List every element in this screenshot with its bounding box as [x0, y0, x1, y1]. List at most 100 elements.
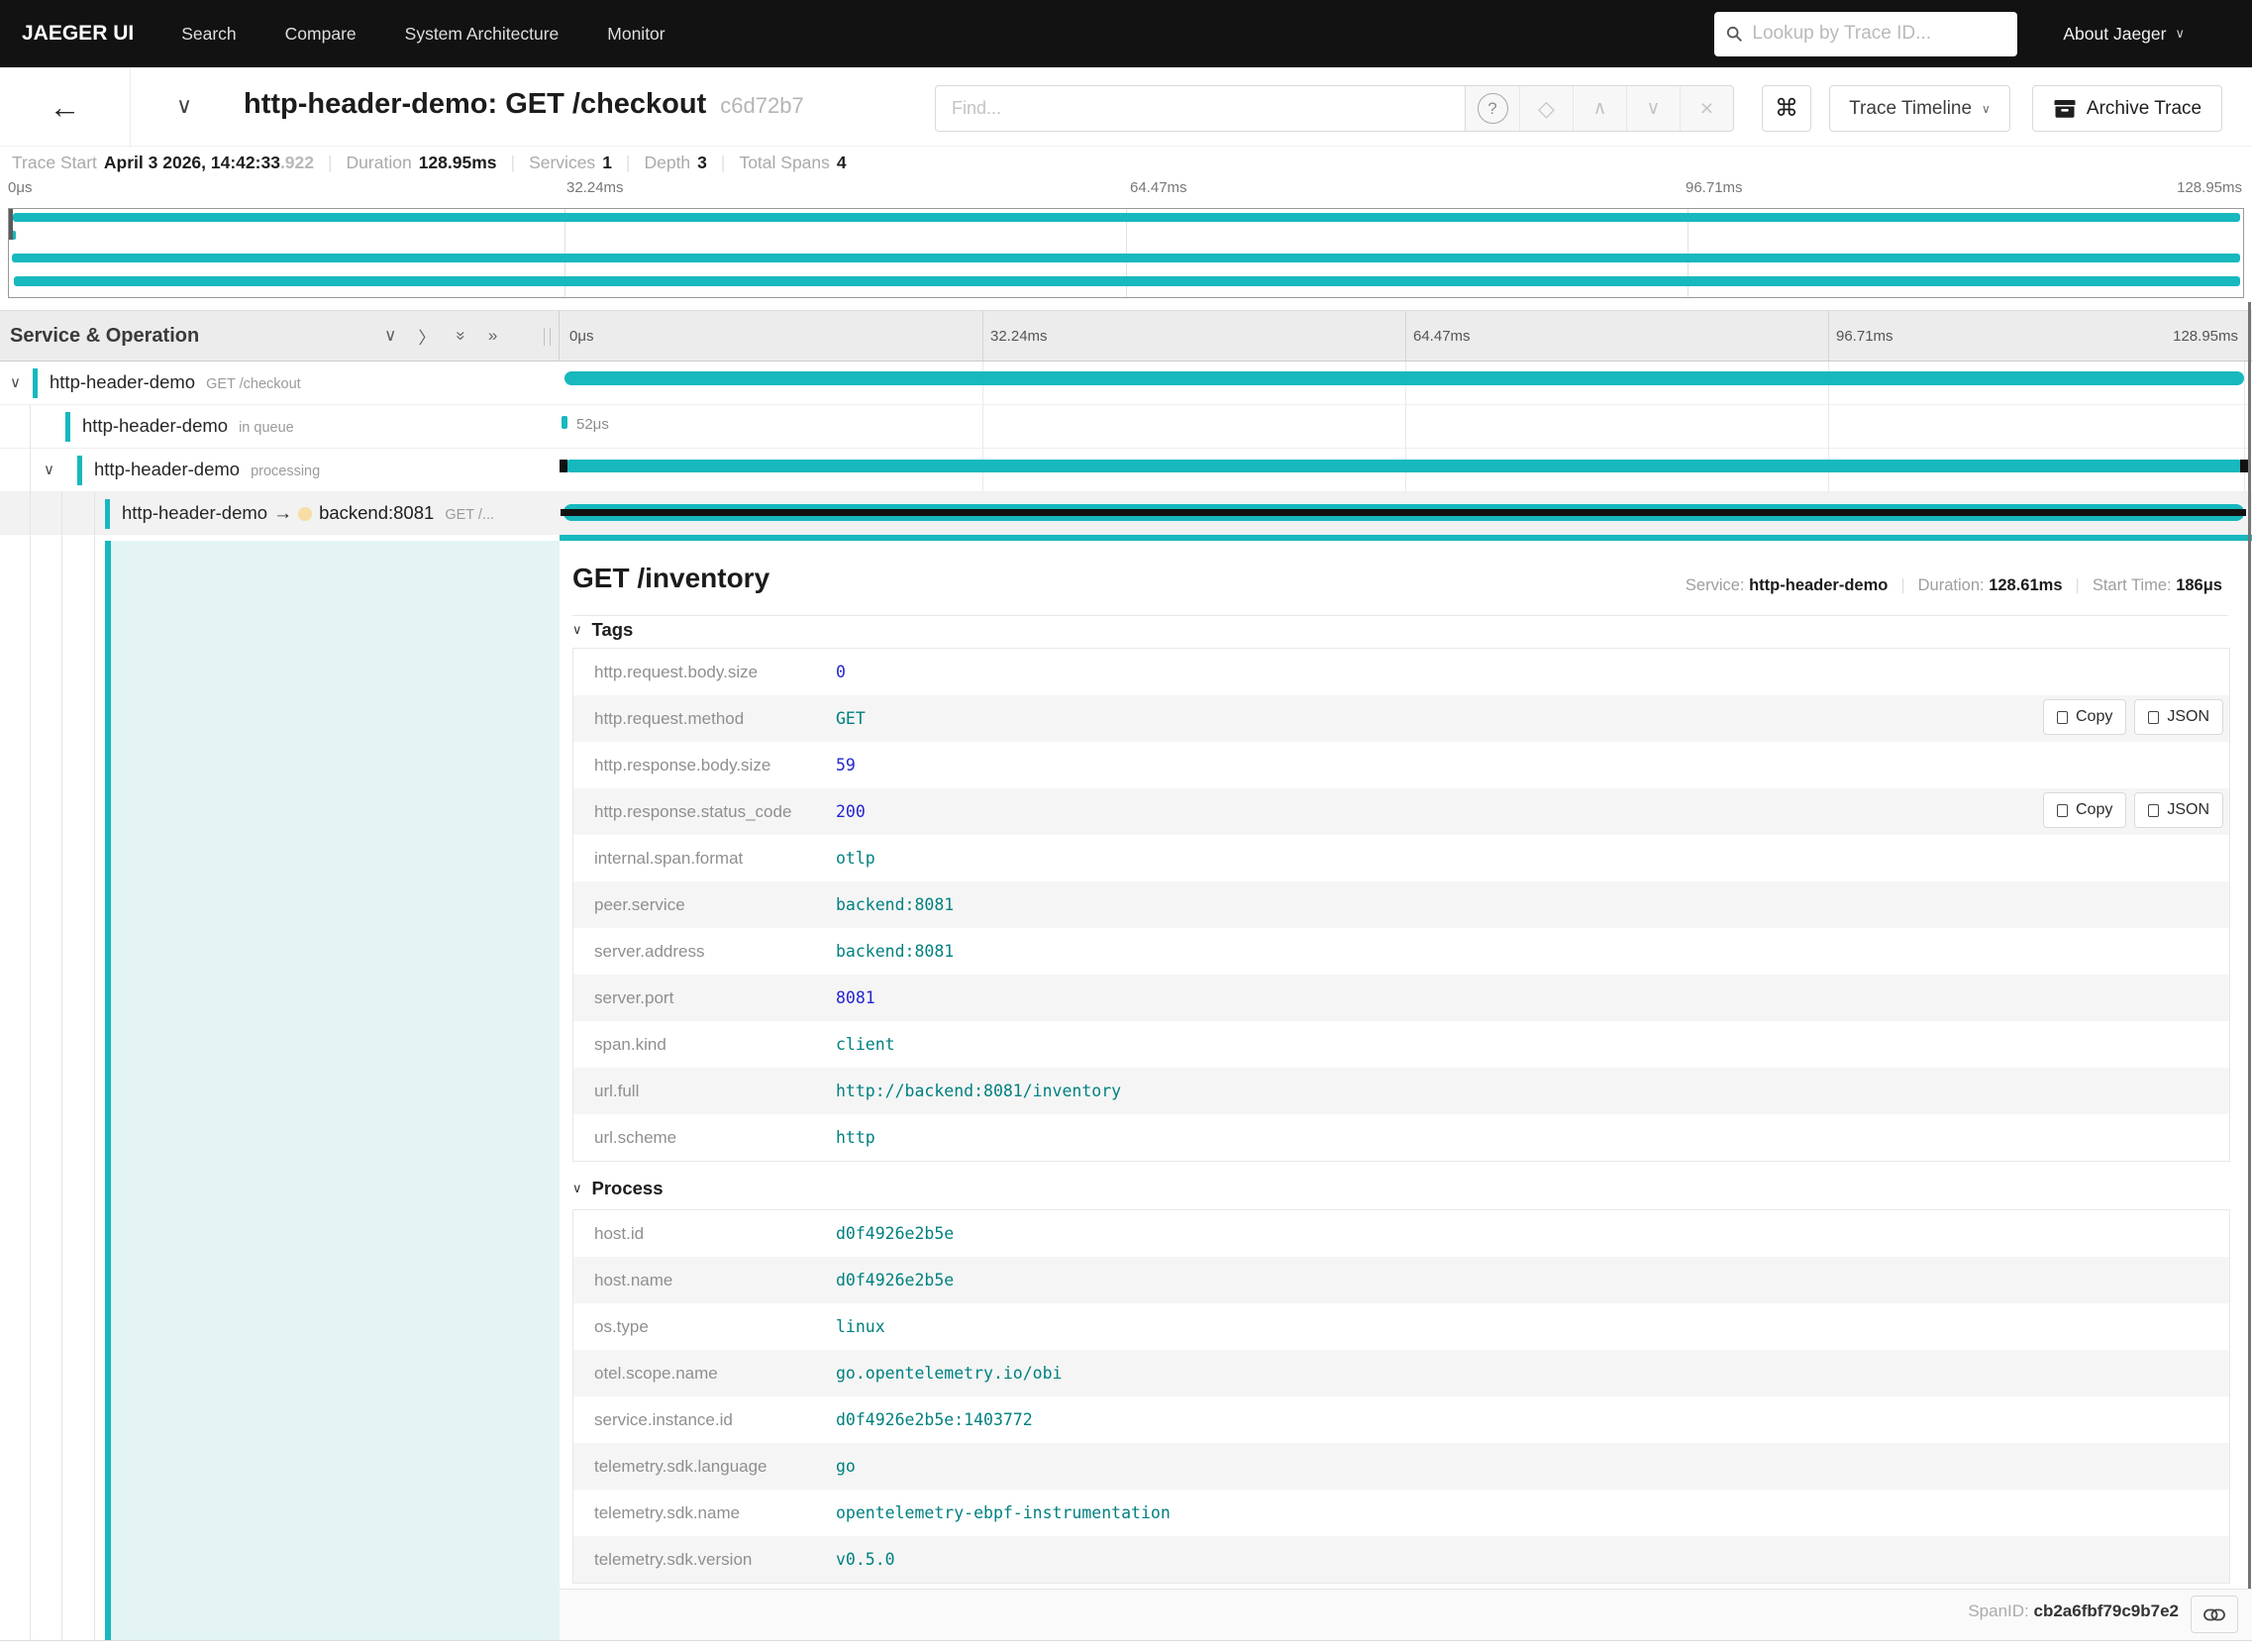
find-prev-button[interactable]: ∧: [1573, 86, 1626, 131]
nav-menu: Search Compare System Architecture Monit…: [181, 24, 665, 45]
tag-key: http.request.method: [594, 708, 745, 728]
total-spans-label: Total Spans: [739, 152, 830, 172]
divider: [572, 615, 2228, 616]
trace-view-select[interactable]: Trace Timeline ∨: [1829, 85, 2010, 132]
nav-item-system-architecture[interactable]: System Architecture: [405, 24, 560, 45]
timeline-gridline: [1828, 311, 1829, 361]
timeline-gridline: [982, 311, 983, 361]
trace-timeline-minimap[interactable]: [8, 208, 2244, 298]
span-collapse-caret[interactable]: ∨: [44, 461, 54, 478]
nav-item-monitor[interactable]: Monitor: [607, 24, 665, 45]
process-key: host.name: [594, 1270, 673, 1290]
process-row: host.name d0f4926e2b5e: [573, 1257, 2229, 1303]
service-value: http-header-demo: [1749, 576, 1889, 594]
archive-trace-button[interactable]: Archive Trace: [2032, 85, 2222, 132]
tag-value: http: [836, 1128, 875, 1147]
tag-row: server.port 8081: [573, 975, 2229, 1021]
chevron-down-icon: ∨: [2175, 26, 2185, 41]
span-detail-title: GET /inventory: [572, 563, 770, 593]
span-row-in-queue[interactable]: http-header-demo in queue 52μs: [0, 405, 2252, 449]
services-value: 1: [602, 152, 612, 172]
tag-key: url.full: [594, 1081, 640, 1100]
tag-row: internal.span.format otlp: [573, 835, 2229, 881]
service-color-block: [77, 456, 82, 485]
timeline-tick: 0μs: [569, 327, 594, 345]
find-input[interactable]: [935, 85, 1465, 132]
minimap-tick: 128.95ms: [2177, 179, 2242, 196]
trace-start-label: Trace Start: [12, 152, 97, 172]
process-value: opentelemetry-ebpf-instrumentation: [836, 1503, 1171, 1522]
timeline-tick: 32.24ms: [990, 327, 1048, 345]
tags-section-header[interactable]: ∨ Tags: [572, 619, 633, 641]
tag-value: GET: [836, 709, 866, 728]
find-clear-button[interactable]: ×: [1680, 86, 1733, 131]
duration-label: Duration:: [1917, 576, 1985, 594]
process-value: go: [836, 1457, 856, 1476]
trace-id-short: c6d72b7: [720, 93, 804, 118]
copy-value-button[interactable]: Copy: [2043, 699, 2127, 735]
span-collapse-caret[interactable]: ∨: [10, 373, 21, 391]
start-time-label: Start Time:: [2092, 576, 2172, 594]
process-key: service.instance.id: [594, 1409, 733, 1429]
span-operation-name: in queue: [239, 420, 294, 436]
find-next-button[interactable]: ∨: [1626, 86, 1680, 131]
tag-value: backend:8081: [836, 895, 955, 914]
peer-service-name: backend:8081: [319, 502, 435, 523]
keyboard-shortcuts-button[interactable]: ⌘: [1762, 85, 1811, 132]
back-button[interactable]: ←: [0, 67, 131, 147]
span-row-processing[interactable]: ∨ http-header-demo processing: [0, 449, 2252, 492]
copy-json-button[interactable]: JSON: [2134, 699, 2224, 735]
expand-one-icon[interactable]: 〉: [418, 324, 435, 349]
span-service-name: http-header-demo: [82, 415, 229, 436]
minimap-span-bar-3: [12, 254, 2240, 262]
find-focus-button[interactable]: ◇: [1519, 86, 1573, 131]
service-label: Service:: [1685, 576, 1745, 594]
minimap-left-scrubber-handle[interactable]: [9, 209, 13, 240]
span-row-backend-selected[interactable]: http-header-demo → backend:8081 GET /...: [0, 492, 2252, 535]
tag-value: client: [836, 1035, 895, 1054]
process-row: telemetry.sdk.version v0.5.0: [573, 1536, 2229, 1583]
duration-label: Duration: [346, 152, 412, 172]
span-row-checkout[interactable]: ∨ http-header-demo GET /checkout: [0, 361, 2252, 405]
tag-value: 0: [836, 663, 846, 681]
link-icon: [2203, 1608, 2225, 1621]
trace-start-value: April 3 2026, 14:42:33: [103, 152, 280, 172]
trace-id-search-box[interactable]: [1714, 11, 2018, 56]
about-jaeger-menu[interactable]: About Jaeger ∨: [2063, 24, 2185, 45]
collapse-all-icon[interactable]: »: [452, 331, 471, 340]
trace-title-collapse-caret[interactable]: ∨: [176, 93, 192, 119]
top-nav: JAEGER UI Search Compare System Architec…: [0, 0, 2252, 67]
copy-value-button[interactable]: Copy: [2043, 792, 2127, 828]
expand-all-icon[interactable]: »: [488, 326, 497, 346]
deep-link-button[interactable]: [2191, 1596, 2238, 1633]
column-resize-grip[interactable]: [544, 328, 551, 346]
span-duration-bar[interactable]: [564, 460, 2244, 472]
nav-item-compare[interactable]: Compare: [285, 24, 357, 45]
close-icon: ×: [1699, 95, 1714, 121]
find-help-button[interactable]: ?: [1466, 86, 1519, 131]
process-value: d0f4926e2b5e:1403772: [836, 1410, 1033, 1429]
trace-title: http-header-demo: GET /checkout c6d72b7: [244, 88, 804, 120]
nav-item-search[interactable]: Search: [181, 24, 236, 45]
tag-row: http.request.body.size 0: [573, 649, 2229, 695]
search-icon: [1726, 26, 1743, 43]
tags-section-title: Tags: [591, 619, 634, 640]
process-value: v0.5.0: [836, 1550, 895, 1569]
tag-value: 8081: [836, 988, 875, 1007]
span-duration-bar[interactable]: [562, 416, 567, 429]
scrollbar[interactable]: [2248, 302, 2251, 1589]
span-id-value: cb2a6fbf79c9b7e2: [2033, 1601, 2179, 1620]
selected-span-detail-backdrop: [111, 541, 560, 1640]
span-duration-bar[interactable]: [564, 371, 2244, 385]
span-rows: ∨ http-header-demo GET /checkout http-hea…: [0, 361, 2252, 535]
process-section-header[interactable]: ∨ Process: [572, 1178, 664, 1199]
app-logo[interactable]: JAEGER UI: [22, 22, 134, 46]
tag-row: span.kind client: [573, 1021, 2229, 1068]
copy-json-button[interactable]: JSON: [2134, 792, 2224, 828]
tag-row: http.response.status_code 200: [573, 788, 2229, 835]
service-operation-title: Service & Operation: [10, 324, 200, 347]
minimap-tick: 64.47ms: [1130, 179, 1187, 196]
trace-id-search-input[interactable]: [1752, 23, 2006, 45]
process-section-title: Process: [591, 1178, 664, 1198]
collapse-one-icon[interactable]: ∨: [384, 326, 396, 346]
